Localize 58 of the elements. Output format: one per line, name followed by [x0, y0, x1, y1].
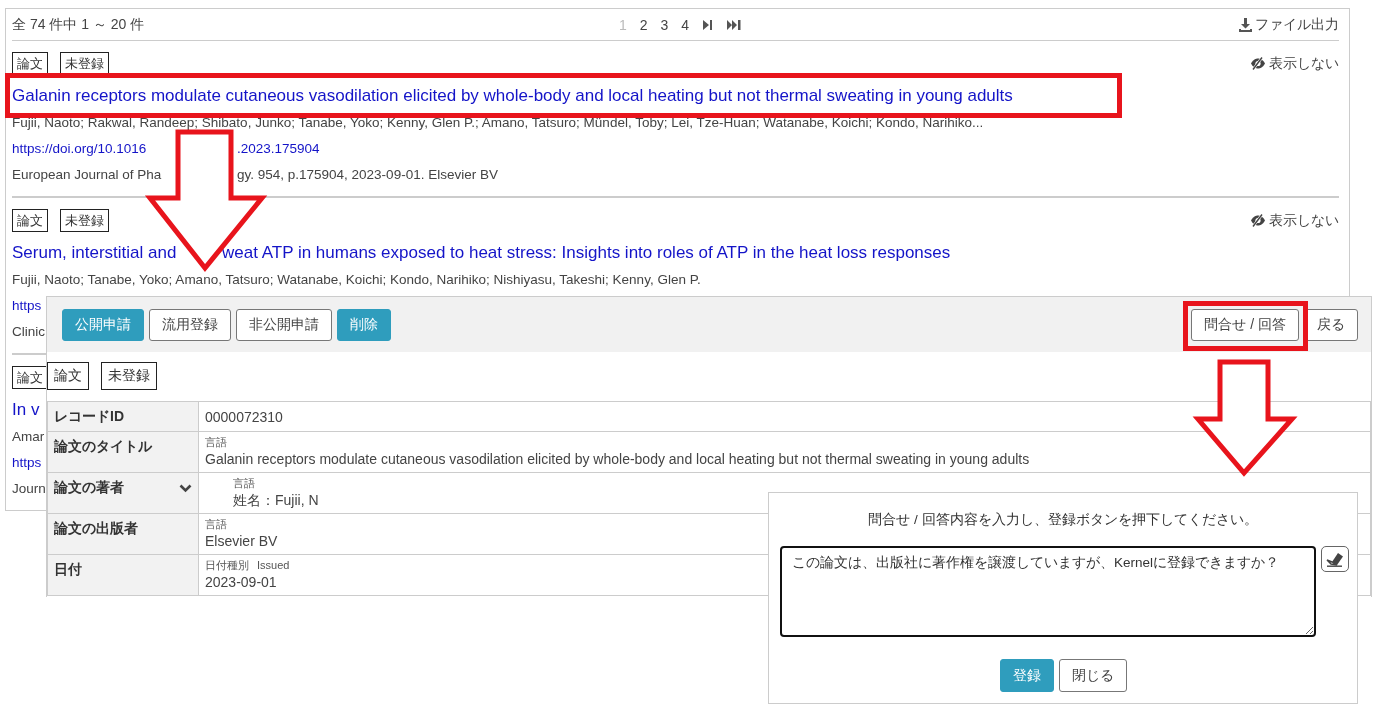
chevron-down-icon[interactable] — [179, 483, 192, 493]
doi-link[interactable]: https://doi.org/10.1016 — [12, 141, 147, 156]
field-value: Galanin receptors modulate cutaneous vasodilation elicited by whole-body and local heating but not thermal sweating in young adults — [205, 450, 1031, 469]
field-value: 姓名：Fujii, N — [233, 491, 320, 510]
author-list: Fujii, Naoto; Tanabe, Yoko; Amano, Tatsuro; Watanabe, Koichi; Kondo, Narihiko; Nishiyasu, Takeshi; Kenny, Glen P. — [12, 267, 701, 293]
journal-info: Clinic — [12, 323, 45, 341]
article-title-link[interactable]: Serum, interstitial and — [12, 243, 177, 262]
doi-link[interactable]: https — [12, 450, 42, 476]
action-button[interactable]: 閉じる — [1058, 659, 1127, 692]
field-caption: 日付種別 — [205, 558, 249, 572]
doi-link[interactable]: .2023.175904 — [237, 136, 320, 162]
journal-info: gy. 954, p.175904, 2023-09-01. Elsevier BV — [237, 166, 498, 184]
author-list: Amar — [12, 424, 45, 450]
page-link[interactable]: 3 — [660, 16, 669, 33]
field-caption: Issued — [257, 558, 290, 572]
field-label: 日付 — [54, 561, 82, 579]
eye-slash-icon — [1250, 57, 1266, 70]
next-page-icon[interactable] — [702, 18, 714, 31]
tag: 論文 — [12, 209, 48, 232]
journal-info: European Journal of Pha — [12, 167, 162, 182]
eraser-icon — [1326, 551, 1344, 567]
field-value: 2023-09-01 — [205, 573, 278, 592]
article-title-link[interactable]: In v — [12, 396, 40, 424]
field-caption: 言語 — [233, 476, 255, 490]
instruction-text: 問合せ / 回答内容を入力し、登録ボタンを押下してください。 — [867, 511, 1259, 529]
hide-link[interactable]: 表示しない — [1250, 54, 1339, 73]
last-page-icon[interactable] — [726, 18, 743, 31]
action-button[interactable]: 流用登録 — [149, 308, 231, 341]
page-link[interactable]: 2 — [639, 16, 648, 33]
download-icon — [1239, 17, 1252, 32]
field-label: 論文の出版者 — [54, 520, 138, 538]
field-label: 論文のタイトル — [54, 438, 152, 456]
field-caption: 言語 — [205, 435, 227, 449]
journal-info: Journ — [12, 480, 46, 498]
tag: 論文 — [12, 52, 48, 75]
field-value: Elsevier BV — [205, 532, 279, 551]
field-label: レコードID — [54, 408, 124, 426]
doi-link[interactable]: https — [12, 293, 42, 319]
article-title-link[interactable]: Galanin receptors modulate cutaneous vasodilation elicited by whole-body and local heating but not thermal sweating in young adults — [12, 82, 1013, 110]
article-title-link[interactable]: weat ATP in humans exposed to heat stress: Insights into roles of ATP in the heat loss responses — [222, 239, 951, 267]
author-list: Fujii, Naoto; Rakwal, Randeep; Shibato, Junko; Tanabe, Yoko; Kenny, Glen P.; Amano, Tatsuro; Mündel, Toby; Lei, Tze-Huan; Watanabe, Koichi; Kondo, Narihiko... — [12, 110, 984, 136]
field-caption: 言語 — [205, 517, 227, 531]
field-label: 論文の著者 — [54, 479, 124, 497]
tag: 未登録 — [60, 209, 109, 232]
hide-link[interactable]: 表示しない — [1250, 211, 1339, 230]
result-count: 全 74 件中 1 ～ 20 件 — [12, 15, 145, 34]
export-link[interactable]: ファイル出力 — [1239, 15, 1339, 34]
tag: 論文 — [12, 366, 48, 389]
tag: 論文 — [47, 362, 89, 390]
tag: 未登録 — [101, 362, 157, 390]
eye-slash-icon — [1250, 214, 1266, 227]
tag: 未登録 — [60, 52, 109, 75]
inquiry-field[interactable]: この論文は、出版社に著作権を譲渡していますが、Kernelに登録できますか？ — [780, 546, 1316, 637]
field-value: 0000072310 — [205, 408, 284, 427]
page-link[interactable]: 4 — [681, 16, 690, 33]
action-button[interactable]: 問合せ / 回答 — [1191, 308, 1299, 341]
action-button[interactable]: 非公開申請 — [236, 308, 332, 341]
eraser-button[interactable] — [1321, 546, 1349, 572]
